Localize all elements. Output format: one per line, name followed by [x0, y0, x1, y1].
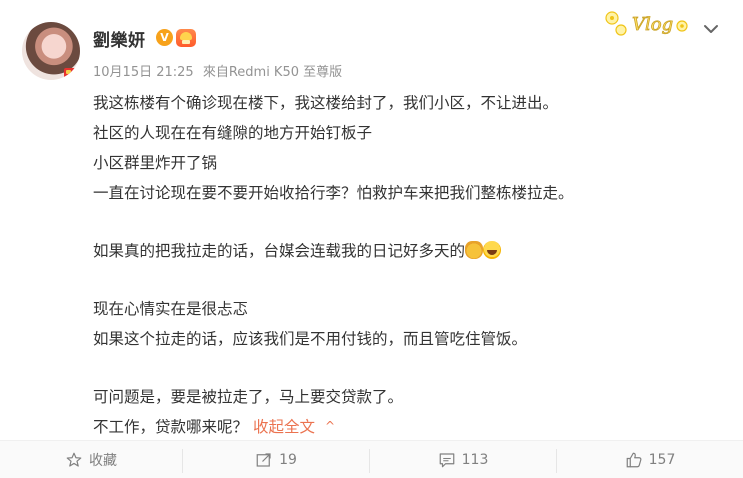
action-bar: 收藏 19 113 157 [0, 440, 743, 478]
favorite-label: 收藏 [89, 453, 117, 469]
comment-icon [439, 453, 454, 468]
post-source: 來自Redmi K50 至尊版 [202, 65, 343, 80]
post-line-text: 不工作，贷款哪来呢？ [93, 418, 249, 436]
comment-button[interactable]: 113 [370, 441, 556, 478]
post-line: 可问题是，要是被拉走了，马上要交贷款了。 [93, 388, 404, 406]
chevron-down-icon[interactable] [700, 18, 722, 40]
post-line: 社区的人现在在有缝隙的地方开始钉板子 [93, 124, 373, 142]
post-timestamp[interactable]: 10月15日 21:25 [93, 65, 194, 80]
username[interactable]: 劉樂妍 [93, 26, 146, 51]
star-icon [66, 452, 82, 467]
vlog-text: Vlog [632, 14, 673, 35]
weibo-post-card: 劉樂妍 V 10月15日 21:25 來自Redmi K50 至尊版 Vlog … [0, 0, 743, 478]
comment-count: 113 [461, 452, 489, 468]
post-line: 一直在讨论现在要不要开始收拾行李？怕救护车来把我们整栋楼拉走。 [93, 184, 574, 202]
laughing-emoji-icon [483, 241, 502, 259]
repost-count: 19 [279, 452, 297, 468]
post-meta: 10月15日 21:25 來自Redmi K50 至尊版 [93, 61, 347, 80]
post-last-line: 不工作，贷款哪来呢？ 收起全文 ^ [93, 412, 713, 442]
collapse-text-link[interactable]: 收起全文 ^ [253, 418, 335, 436]
like-button[interactable]: 157 [557, 441, 743, 478]
chevron-up-icon: ^ [324, 419, 336, 433]
repost-icon [256, 453, 271, 467]
flag-icon [64, 68, 78, 78]
thumbs-up-icon [626, 452, 642, 468]
vlog-badge: Vlog [605, 11, 688, 36]
verified-icon: V [156, 29, 173, 46]
like-count: 157 [648, 452, 676, 468]
collapse-label: 收起全文 [252, 418, 315, 436]
fans-badge-icon[interactable] [176, 29, 196, 47]
post-line: 我这栋楼有个确诊现在楼下，我这楼给封了，我们小区，不让进出。 [93, 94, 559, 112]
post-line: 小区群里炸开了锅 [93, 154, 218, 172]
rock-hand-emoji-icon [465, 241, 484, 259]
avatar[interactable] [22, 22, 80, 80]
post-line: 如果这个拉走的话，应该我们是不用付钱的，而且管吃住管饭。 [93, 330, 528, 348]
favorite-button[interactable]: 收藏 [0, 441, 182, 478]
repost-button[interactable]: 19 [183, 441, 369, 478]
post-line-text: 如果真的把我拉走的话，台媒会连载我的日记好多天的 [93, 242, 466, 260]
post-content: 我这栋楼有个确诊现在楼下，我这楼给封了，我们小区，不让进出。 社区的人现在在有缝… [93, 88, 713, 442]
post-line-with-emoji: 如果真的把我拉走的话，台媒会连载我的日记好多天的 [93, 236, 713, 266]
post-line: 现在心情实在是很忐忑 [93, 300, 249, 318]
